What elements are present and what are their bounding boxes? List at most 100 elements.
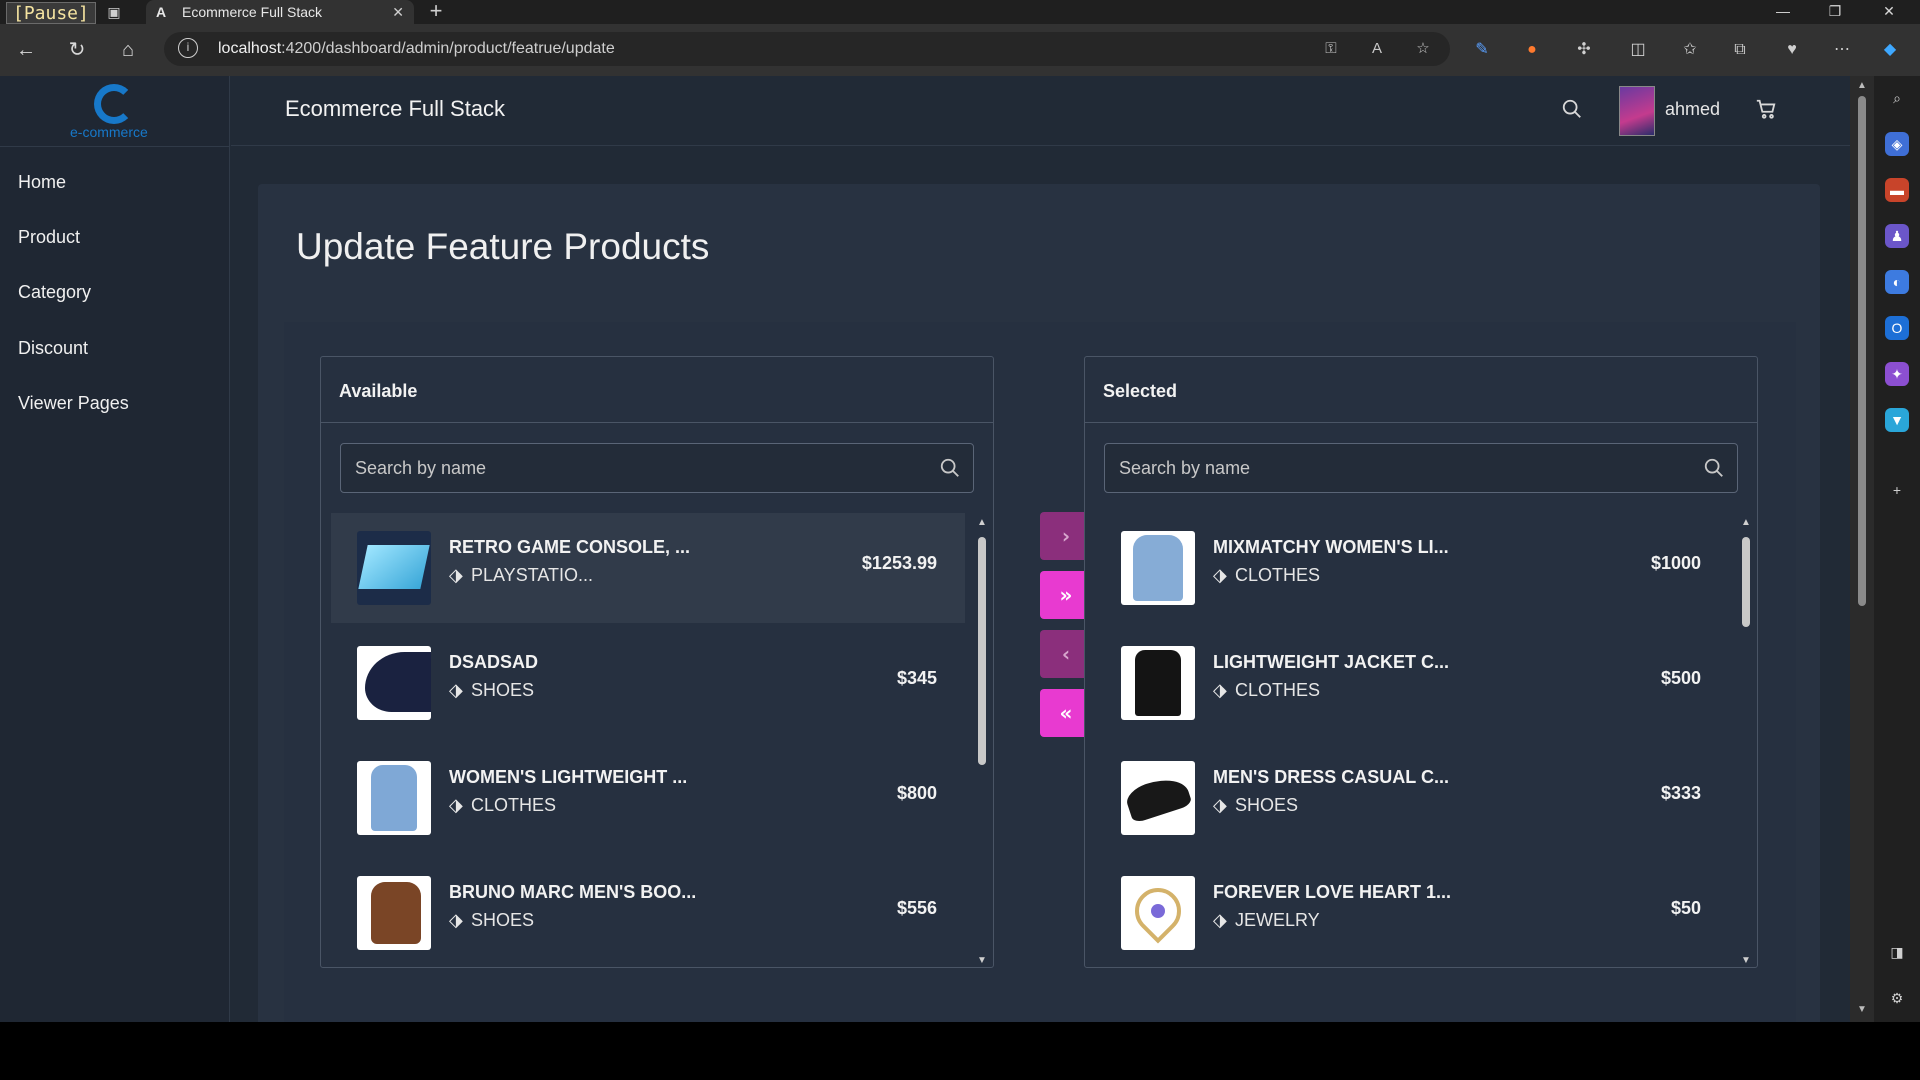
list-item[interactable]: RETRO GAME CONSOLE, ... ⬗ PLAYSTATIO... $…	[331, 513, 965, 623]
browser-tab[interactable]: A Ecommerce Full Stack ✕	[146, 0, 414, 24]
browser-toolbar: ← ↻ ⌂ i localhost:4200/dashboard/admin/p…	[0, 24, 1920, 76]
browser-essentials-icon[interactable]: ♥	[1778, 36, 1806, 64]
refresh-button[interactable]: ↻	[63, 36, 91, 64]
scroll-up-arrow[interactable]: ▲	[1740, 517, 1752, 528]
sidebar-games-icon[interactable]: ♟	[1885, 224, 1909, 248]
selected-header: Selected	[1085, 357, 1757, 423]
restore-button[interactable]: ❐	[1812, 0, 1858, 24]
product-image	[1121, 876, 1195, 950]
logo-mark-icon	[94, 84, 134, 124]
close-window-button[interactable]: ✕	[1866, 0, 1912, 24]
favorites-icon[interactable]: ✩	[1676, 36, 1704, 64]
product-category: ⬗ SHOES	[449, 680, 535, 700]
tab-close-icon[interactable]: ✕	[392, 4, 404, 21]
available-search[interactable]	[340, 443, 974, 493]
sidebar-designer-icon[interactable]: ✦	[1885, 362, 1909, 386]
collections-icon[interactable]: ⧉	[1726, 36, 1754, 64]
tag-icon: ⬗	[1213, 795, 1227, 815]
product-image	[1121, 646, 1195, 720]
sidebar-microsoft365-icon[interactable]: ◐	[1885, 270, 1909, 294]
username[interactable]: ahmed	[1665, 99, 1720, 120]
list-item[interactable]: MEN'S DRESS CASUAL C... ⬗ SHOES $333	[1095, 743, 1729, 853]
available-panel: Available RETRO GAME CONSOLE, ... ⬗PLAYS…	[320, 356, 994, 968]
product-image	[1121, 531, 1195, 605]
scroll-thumb[interactable]	[978, 537, 986, 765]
page-scroll-thumb[interactable]	[1858, 96, 1866, 606]
sidebar-item-category[interactable]: Category	[18, 282, 91, 303]
scroll-down-arrow[interactable]: ▼	[976, 955, 988, 966]
product-name: DSADSAD	[449, 652, 539, 672]
product-image	[357, 646, 431, 720]
list-item[interactable]: WOMEN'S LIGHTWEIGHT ... ⬗ CLOTHES $800	[331, 743, 965, 853]
sidebar-item-home[interactable]: Home	[18, 172, 66, 193]
list-item[interactable]: DSADSAD ⬗ SHOES $345	[331, 628, 965, 738]
available-header: Available	[321, 357, 993, 423]
scroll-thumb[interactable]	[1742, 537, 1750, 627]
sidebar-settings-icon[interactable]: ⚙	[1885, 986, 1909, 1010]
tag-icon: ⬗	[1213, 680, 1227, 700]
scroll-up-arrow[interactable]: ▲	[976, 517, 988, 528]
list-item[interactable]: LIGHTWEIGHT JACKET C... ⬗ CLOTHES $500	[1095, 628, 1729, 738]
pause-indicator: [Pause]	[6, 2, 96, 24]
product-name: WOMEN'S LIGHTWEIGHT ...	[449, 767, 688, 787]
web-page: e-commerce Home Product Category Discoun…	[0, 76, 1850, 1022]
key-icon[interactable]: ⚿	[1320, 38, 1342, 60]
product-price: $333	[1660, 783, 1701, 803]
read-aloud-icon[interactable]: A	[1366, 38, 1388, 60]
list-item[interactable]: MIXMATCHY WOMEN'S LI... ⬗ CLOTHES $1000	[1095, 513, 1729, 623]
extension-pen-icon[interactable]: ✎	[1468, 36, 1496, 64]
new-tab-button[interactable]: +	[424, 0, 448, 24]
sidebar-item-viewer-pages[interactable]: Viewer Pages	[18, 393, 129, 414]
favorite-star-icon[interactable]: ☆	[1412, 38, 1434, 60]
page-scroll-up-arrow[interactable]: ▲	[1856, 80, 1868, 91]
product-price: $345	[896, 668, 937, 688]
sidebar-tools-icon[interactable]: ▬	[1885, 178, 1909, 202]
sidebar-add-icon[interactable]: +	[1885, 478, 1909, 502]
sidebar-item-discount[interactable]: Discount	[18, 338, 88, 359]
selected-search-input[interactable]	[1105, 444, 1695, 492]
selected-search[interactable]	[1104, 443, 1738, 493]
more-menu-icon[interactable]: ⋯	[1828, 36, 1856, 64]
tag-icon: ⬗	[1213, 910, 1227, 930]
list-item[interactable]: BRUNO MARC MEN'S BOO... ⬗ SHOES $556	[331, 858, 965, 967]
app-logo[interactable]: e-commerce	[70, 80, 160, 146]
sidebar-search-icon[interactable]: ⌕	[1885, 86, 1909, 110]
avatar[interactable]	[1619, 86, 1655, 136]
address-bar[interactable]: i localhost:4200/dashboard/admin/product…	[164, 32, 1450, 66]
extension-orange-icon[interactable]: ●	[1518, 36, 1546, 64]
product-name: MEN'S DRESS CASUAL C...	[1213, 767, 1449, 787]
tab-favicon-icon: A	[156, 4, 167, 20]
minimize-button[interactable]: —	[1760, 0, 1806, 24]
extensions-icon[interactable]: ✣	[1570, 36, 1598, 64]
scroll-down-arrow[interactable]: ▼	[1740, 955, 1752, 966]
back-button[interactable]: ←	[12, 36, 40, 64]
list-item[interactable]: FOREVER LOVE HEART 1... ⬗ JEWELRY $50	[1095, 858, 1729, 967]
cart-icon[interactable]	[1755, 98, 1779, 122]
product-image	[1121, 761, 1195, 835]
search-icon	[939, 457, 961, 479]
split-screen-icon[interactable]: ◫	[1624, 36, 1652, 64]
url-text[interactable]: localhost:4200/dashboard/admin/product/f…	[218, 40, 615, 58]
home-button[interactable]: ⌂	[114, 36, 142, 64]
sidebar-item-product[interactable]: Product	[18, 227, 80, 248]
tag-icon: ⬗	[449, 680, 463, 700]
tab-title: Ecommerce Full Stack	[182, 4, 323, 20]
page-scrollbar[interactable]: ▲ ▼	[1850, 76, 1874, 1022]
search-icon	[1703, 457, 1725, 479]
page-scroll-down-arrow[interactable]: ▼	[1856, 1004, 1868, 1015]
copilot-icon[interactable]: ◆	[1876, 36, 1904, 64]
selected-scrollbar[interactable]: ▲ ▼	[1739, 517, 1753, 967]
tab-actions-icon[interactable]: ▣	[104, 2, 124, 22]
product-category: ⬗ CLOTHES	[449, 795, 557, 815]
available-search-input[interactable]	[341, 444, 931, 492]
sidebar-drop-icon[interactable]: ▼	[1885, 408, 1909, 432]
sidebar-shopping-icon[interactable]: ◈	[1885, 132, 1909, 156]
product-category: ⬗ PLAYSTATIO...	[449, 565, 594, 585]
product-price: $556	[896, 898, 937, 918]
site-info-icon[interactable]: i	[178, 38, 198, 58]
search-icon[interactable]	[1561, 98, 1585, 122]
sidebar-outlook-icon[interactable]: O	[1885, 316, 1909, 340]
available-scrollbar[interactable]: ▲ ▼	[975, 517, 989, 967]
product-name: FOREVER LOVE HEART 1...	[1213, 882, 1452, 902]
sidebar-hide-icon[interactable]: ◨	[1885, 940, 1909, 964]
